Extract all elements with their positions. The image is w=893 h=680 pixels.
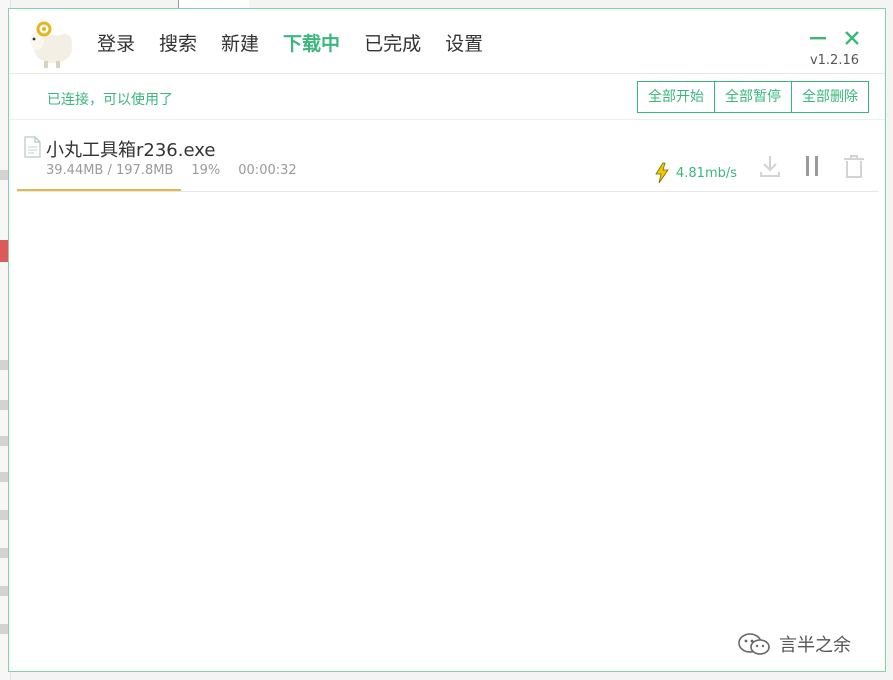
toolbar: 已连接，可以使用了 全部开始 全部暂停 全部删除 <box>9 81 885 115</box>
progress-fill <box>17 189 181 191</box>
nav-completed[interactable]: 已完成 <box>364 31 421 57</box>
toolbar-divider <box>9 119 885 120</box>
pause-all-button[interactable]: 全部暂停 <box>714 82 791 112</box>
main-nav: 登录 搜索 新建 下载中 已完成 设置 <box>97 31 507 57</box>
speed-value: 4.81mb/s <box>676 165 738 181</box>
background-window-top <box>178 0 249 8</box>
lightning-icon <box>655 162 669 184</box>
download-task-row[interactable]: 小丸工具箱r236.exe 39.44MB / 197.8MB 19% 00:0… <box>17 127 879 192</box>
titlebar: 登录 搜索 新建 下载中 已完成 设置 v1.2.16 <box>9 9 885 73</box>
window-controls <box>795 27 863 49</box>
nav-downloading[interactable]: 下载中 <box>283 31 340 57</box>
delete-all-button[interactable]: 全部删除 <box>791 82 868 112</box>
pause-icon[interactable] <box>799 152 825 180</box>
nav-login[interactable]: 登录 <box>97 31 135 57</box>
connection-status: 已连接，可以使用了 <box>47 92 173 108</box>
start-all-button[interactable]: 全部开始 <box>638 82 714 112</box>
download-icon[interactable] <box>757 152 783 180</box>
task-percent: 19% <box>191 163 221 178</box>
version-label: v1.2.16 <box>809 53 859 68</box>
file-icon <box>24 136 41 158</box>
titlebar-divider <box>9 73 885 74</box>
nav-search[interactable]: 搜索 <box>159 31 197 57</box>
watermark: 言半之余 <box>737 631 851 657</box>
task-meta: 39.44MB / 197.8MB 19% 00:00:32 <box>46 163 315 178</box>
nav-new[interactable]: 新建 <box>221 31 259 57</box>
close-icon[interactable] <box>841 27 863 49</box>
bulk-action-group: 全部开始 全部暂停 全部删除 <box>637 81 869 113</box>
task-actions <box>757 152 883 180</box>
task-filename: 小丸工具箱r236.exe <box>46 140 216 161</box>
sheep-logo-icon <box>30 21 72 68</box>
minimize-icon[interactable] <box>807 27 829 49</box>
task-size: 39.44MB / 197.8MB <box>46 163 174 178</box>
nav-settings[interactable]: 设置 <box>445 31 483 57</box>
watermark-text: 言半之余 <box>779 635 851 656</box>
wechat-icon <box>738 633 770 655</box>
task-time-remaining: 00:00:32 <box>238 163 297 178</box>
trash-icon[interactable] <box>841 152 867 180</box>
task-speed: 4.81mb/s <box>654 162 737 184</box>
app-window: 登录 搜索 新建 下载中 已完成 设置 v1.2.16 已连接，可以使用了 全部… <box>8 8 886 672</box>
progress-track <box>17 189 879 191</box>
